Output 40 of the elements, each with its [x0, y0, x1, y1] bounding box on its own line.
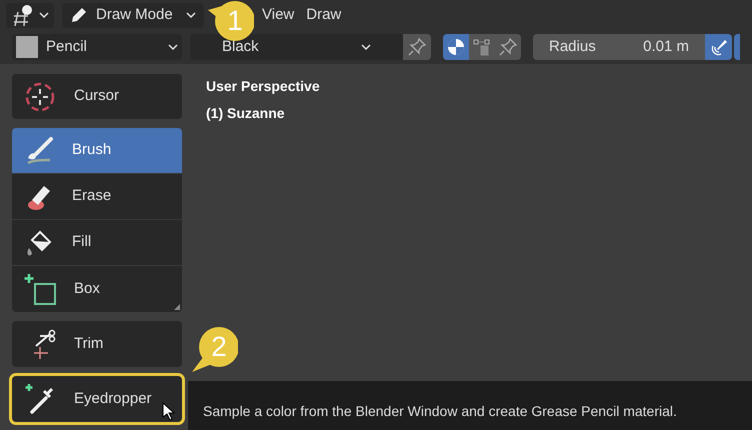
- corner-triangle-icon: [174, 304, 180, 310]
- pin-icon: [498, 37, 518, 57]
- chevron-down-icon: [361, 44, 371, 50]
- chevron-down-icon: [186, 12, 196, 18]
- pen-pressure-icon: [710, 38, 728, 56]
- material-mode-button[interactable]: [443, 34, 469, 60]
- menu-item[interactable]: Draw: [306, 4, 342, 26]
- pin-icon: [407, 37, 427, 57]
- brush-dropdown[interactable]: Pencil: [12, 34, 182, 60]
- menu-item[interactable]: View: [262, 4, 294, 26]
- pin-button[interactable]: [403, 34, 431, 60]
- material-dropdown[interactable]: Black: [190, 34, 403, 60]
- tooltip: Sample a color from the Blender Window and create Grease Pencil material.: [188, 381, 752, 430]
- edge-button[interactable]: [734, 34, 740, 60]
- tool-button[interactable]: Cursor: [12, 74, 182, 119]
- mouse-pointer-icon: [162, 402, 175, 420]
- material-sphere-icon: [447, 38, 465, 56]
- object-mode-button[interactable]: [6, 2, 54, 28]
- chevron-down-icon: [39, 12, 49, 18]
- mode-dropdown[interactable]: Draw Mode: [62, 2, 204, 28]
- radius-field[interactable]: Radius 0.01 m: [533, 34, 705, 60]
- tool-button[interactable]: Erase: [12, 174, 182, 220]
- tool-button[interactable]: Box: [12, 266, 182, 312]
- nodes-button[interactable]: [469, 34, 495, 60]
- viewport-info-text: (1) Suzanne: [206, 104, 286, 123]
- nodes-icon: [473, 38, 491, 56]
- crosshair-icon: [24, 80, 56, 112]
- pressure-button[interactable]: [705, 34, 732, 60]
- pin-button[interactable]: [495, 34, 521, 60]
- box-select-icon: [24, 273, 56, 305]
- pencil-icon: [70, 6, 88, 24]
- viewport-info-text: User Perspective: [206, 77, 320, 96]
- tool-button[interactable]: Eyedropper: [12, 376, 182, 422]
- grease-pencil-icon: [11, 4, 35, 26]
- tool-button[interactable]: Trim: [12, 321, 182, 367]
- eyedropper-icon: [24, 383, 56, 415]
- tool-button[interactable]: Brush: [12, 128, 182, 174]
- chevron-down-icon: [168, 44, 178, 50]
- brush-thumbnail: [16, 36, 38, 58]
- tool-button[interactable]: Fill: [12, 220, 182, 266]
